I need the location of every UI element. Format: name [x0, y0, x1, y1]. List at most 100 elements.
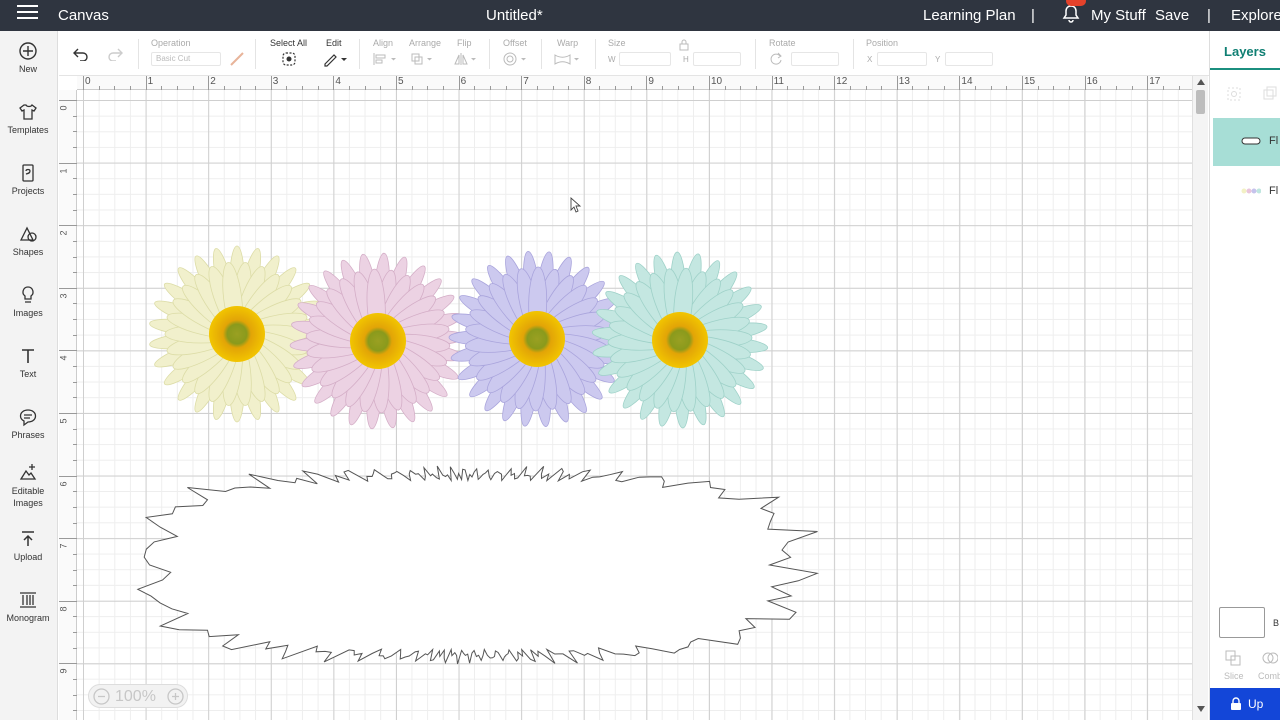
ruler-tick	[145, 76, 147, 90]
daisy-center	[652, 312, 708, 368]
arrange-label: Arrange	[409, 38, 442, 48]
vertical-scrollbar[interactable]	[1192, 76, 1208, 720]
nav-projects[interactable]: Projects	[0, 163, 56, 196]
project-title[interactable]: Untitled*	[486, 7, 543, 24]
ruler-tick	[59, 538, 77, 540]
ruler-number: 7	[523, 76, 529, 87]
edit-toolbar: Operation Basic Cut Select All Edit Alig…	[59, 31, 1209, 76]
x-position-input[interactable]	[877, 52, 927, 66]
save-button[interactable]: Save	[1155, 7, 1189, 24]
shapes-icon	[19, 226, 37, 242]
ruler-number: 3	[272, 76, 279, 87]
left-sidebar: New Templates Projects Shapes Images Tex…	[0, 31, 58, 720]
nav-monogram[interactable]: Monogram	[0, 590, 56, 623]
scroll-down-icon[interactable]	[1197, 706, 1205, 712]
header-separator: |	[1207, 7, 1211, 24]
rotate-label: Rotate	[769, 38, 796, 48]
blank-canvas-swatch[interactable]	[1219, 607, 1265, 638]
edit-pen-icon[interactable]	[322, 51, 350, 67]
rotate-icon[interactable]	[769, 52, 783, 66]
combine-icon[interactable]	[1262, 650, 1278, 666]
daisy-layer-icon	[1241, 188, 1261, 194]
ruler-tick	[59, 162, 77, 164]
group-icon[interactable]	[1226, 86, 1242, 102]
warp-icon[interactable]	[553, 52, 583, 66]
explore-link[interactable]: Explore	[1231, 7, 1280, 24]
nav-label: Projects	[11, 186, 45, 196]
upload-button[interactable]: Up	[1210, 688, 1280, 720]
daisy-image-group[interactable]	[149, 245, 769, 430]
learning-plan-link[interactable]: Learning Plan	[923, 7, 1016, 24]
align-icon[interactable]	[372, 52, 398, 66]
upload-icon	[22, 531, 34, 546]
height-input[interactable]	[693, 52, 741, 66]
ruler-tick	[1022, 76, 1023, 90]
zoom-out-icon[interactable]	[93, 688, 110, 705]
slice-icon[interactable]	[1225, 650, 1241, 666]
width-input[interactable]	[619, 52, 671, 66]
scrollbar-thumb[interactable]	[1196, 90, 1205, 114]
nav-images[interactable]: Images	[0, 285, 56, 318]
flip-label: Flip	[457, 38, 472, 48]
tab-layers[interactable]: Layers	[1210, 36, 1280, 70]
y-position-input[interactable]	[945, 52, 993, 66]
ruler-tick	[709, 76, 710, 90]
undo-icon[interactable]	[73, 47, 89, 61]
height-label: H	[683, 55, 689, 64]
zoom-control: 100%	[88, 684, 188, 708]
arrange-icon[interactable]	[410, 52, 436, 66]
select-all-icon[interactable]	[281, 51, 297, 67]
lock-icon[interactable]	[679, 39, 689, 51]
nav-label: Text	[19, 369, 37, 379]
nav-new[interactable]: New	[0, 41, 56, 74]
nav-label: Templates	[7, 125, 49, 135]
zoom-level: 100%	[115, 688, 156, 705]
nav-text[interactable]: Text	[0, 346, 56, 379]
my-stuff-link[interactable]: My Stuff	[1091, 7, 1146, 24]
layer-item[interactable]: Fl	[1213, 168, 1280, 216]
ruler-number: 7	[58, 543, 69, 549]
duplicate-icon[interactable]	[1262, 86, 1278, 102]
daisy-flower	[591, 251, 769, 429]
nav-templates[interactable]: Templates	[0, 102, 56, 135]
size-label: Size	[608, 38, 626, 48]
offset-icon[interactable]	[502, 52, 530, 66]
bell-icon[interactable]	[1061, 4, 1081, 24]
ruler-number: 12	[836, 76, 848, 87]
lock-icon	[1231, 697, 1241, 710]
ruler-tick	[333, 76, 335, 90]
ruler-tick	[583, 76, 585, 90]
flip-icon[interactable]	[453, 52, 479, 66]
offset-label: Offset	[503, 38, 527, 48]
ruler-number: 1	[58, 168, 69, 174]
redo-icon[interactable]	[107, 47, 123, 61]
canvas-artwork	[136, 245, 820, 665]
layer-item[interactable]: Fl	[1213, 118, 1280, 166]
notification-badge	[1066, 0, 1086, 6]
scroll-up-icon[interactable]	[1197, 79, 1205, 85]
nav-upload[interactable]: Upload	[0, 529, 56, 562]
nav-shapes[interactable]: Shapes	[0, 224, 56, 257]
rotate-input[interactable]	[791, 52, 839, 66]
ruler-number: 2	[210, 76, 216, 87]
cut-outline-shape[interactable]	[136, 465, 820, 665]
design-canvas[interactable]	[77, 90, 1192, 720]
menu-icon[interactable]	[17, 3, 39, 25]
nav-label: Shapes	[12, 247, 44, 257]
ruler-tick	[59, 225, 77, 227]
zoom-in-icon[interactable]	[167, 688, 184, 705]
pen-color-icon[interactable]	[229, 51, 245, 67]
left-ruler: 0 1 2 3 4 5 6 7 8 9	[59, 90, 77, 720]
header-separator: |	[1031, 7, 1035, 24]
outline-layer-icon	[1241, 137, 1261, 145]
speech-bubble-icon	[19, 409, 37, 427]
select-all-label: Select All	[270, 38, 308, 48]
ruler-number: 10	[711, 76, 723, 87]
ruler-tick	[59, 287, 77, 289]
nav-phrases[interactable]: Phrases	[0, 407, 56, 440]
operation-select[interactable]: Basic Cut	[151, 52, 221, 66]
ruler-number: 8	[58, 606, 69, 612]
nav-editable-images[interactable]: Editable Images	[0, 462, 56, 509]
tshirt-icon	[19, 104, 37, 120]
ruler-number: 4	[58, 355, 69, 361]
